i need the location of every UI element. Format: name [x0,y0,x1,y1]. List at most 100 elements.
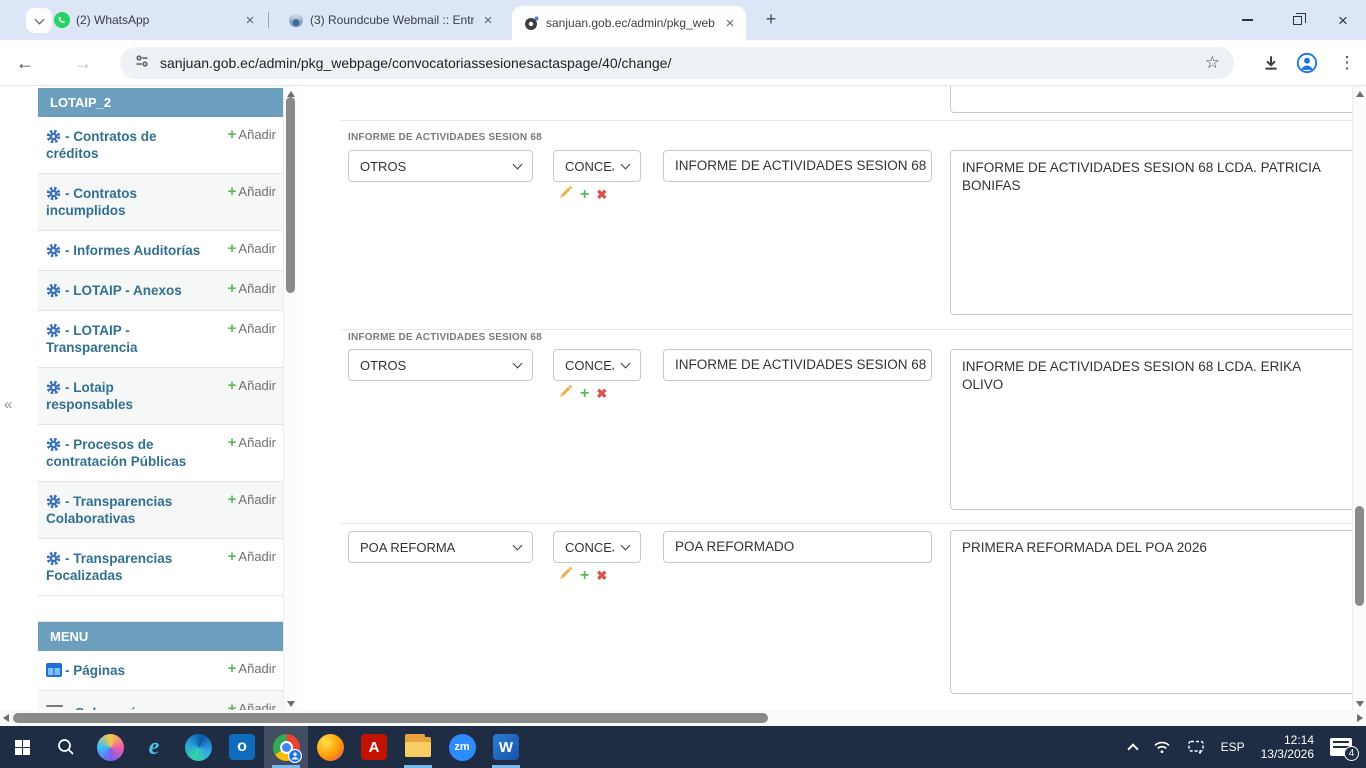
tab-close-icon[interactable]: × [722,15,738,32]
type-select[interactable]: OTROS [348,349,533,381]
type-select[interactable]: OTROS [348,150,533,182]
add-row-icon[interactable]: + [580,569,589,583]
sidebar-scrollbar[interactable] [283,86,297,712]
taskbar-search-button[interactable] [44,726,88,768]
edge-icon [185,734,212,761]
sidebar-item-transparencias-focalizadas[interactable]: - Transparencias Focalizadas +Añadir [38,539,284,596]
new-tab-button[interactable]: + [760,9,782,31]
add-link[interactable]: +Añadir [228,377,276,394]
sidebar-item-label[interactable]: - Transparencias Focalizadas [46,551,172,583]
chevron-down-icon [513,358,523,368]
description-textarea[interactable]: PRIMERA REFORMADA DEL POA 2026 [950,530,1354,694]
bookmark-star-icon[interactable]: ☆ [1205,53,1220,73]
tab-roundcube[interactable]: (3) Roundcube Webmail :: Entra × [276,0,504,40]
delete-row-icon[interactable]: ✖ [596,569,607,583]
sidebar-item-label[interactable]: - LOTAIP - Anexos [65,283,182,298]
start-button[interactable] [0,726,44,768]
title-input[interactable]: POA REFORMADO [663,531,932,563]
scroll-up-icon[interactable] [1356,91,1364,97]
connect-display-icon[interactable] [1187,739,1205,755]
add-link[interactable]: +Añadir [228,240,276,257]
tab-close-icon[interactable]: × [480,12,496,29]
add-link[interactable]: +Añadir [228,491,276,508]
sidebar-item-label[interactable]: - Procesos de contratación Públicas [46,437,186,469]
group-select[interactable]: CONCEJO [553,150,641,182]
type-select[interactable]: POA REFORMA [348,531,533,563]
add-link[interactable]: +Añadir [228,183,276,200]
edit-pencil-icon[interactable] [559,185,573,204]
language-indicator[interactable]: ESP [1221,740,1245,754]
forward-button[interactable]: → [70,51,96,77]
page-scrollbar-horizontal[interactable] [0,710,1366,726]
group-select[interactable]: CONCEJO [553,531,641,563]
taskbar-zoom-button[interactable]: zm [440,726,484,768]
sidebar-item-label[interactable]: - Informes Auditorías [65,243,200,258]
sidebar-item-transparencias-colaborativas[interactable]: - Transparencias Colaborativas +Añadir [38,482,284,539]
edit-pencil-icon[interactable] [559,566,573,585]
profile-avatar[interactable] [1294,50,1320,76]
description-textarea[interactable]: INFORME DE ACTIVIDADES SESION 68 LCDA. E… [950,349,1354,510]
downloads-button[interactable] [1258,50,1284,76]
title-input[interactable]: INFORME DE ACTIVIDADES SESION 68 [663,150,932,182]
back-button[interactable]: ← [12,51,38,77]
tray-expand-icon[interactable] [1127,743,1138,754]
clock[interactable]: 12:14 13/3/2026 [1261,733,1314,761]
wifi-icon[interactable] [1153,740,1171,755]
add-link[interactable]: +Añadir [228,548,276,565]
add-link[interactable]: +Añadir [228,660,276,677]
url-text[interactable]: sanjuan.gob.ec/admin/pkg_webpage/convoca… [160,55,1205,71]
add-link[interactable]: +Añadir [228,434,276,451]
add-link[interactable]: +Añadir [228,280,276,297]
description-textarea[interactable]: INFORME DE ACTIVIDADES SESION 68 LCDA. P… [950,150,1354,315]
add-row-icon[interactable]: + [580,387,589,401]
delete-row-icon[interactable]: ✖ [596,188,607,202]
address-bar[interactable]: sanjuan.gob.ec/admin/pkg_webpage/convoca… [120,47,1234,79]
notification-center-icon[interactable]: 4 [1330,738,1352,756]
page-scrollbar-horizontal-thumb[interactable] [13,713,768,723]
sidebar-item-label[interactable]: - Contratos de créditos [46,129,157,161]
sidebar-item-contratos-creditos[interactable]: - Contratos de créditos +Añadir [38,117,284,174]
menu-kebab-icon[interactable]: ⋮ [1334,50,1360,76]
taskbar-explorer-button[interactable] [396,726,440,768]
taskbar-firefox-button[interactable] [308,726,352,768]
scroll-down-icon[interactable] [1356,701,1364,707]
scroll-down-icon[interactable] [287,701,295,707]
tab-close-icon[interactable]: × [242,12,258,29]
scroll-right-icon[interactable] [1357,714,1363,722]
scroll-left-icon[interactable] [3,714,9,722]
description-textarea-partial[interactable] [950,86,1354,113]
sidebar-item-paginas[interactable]: - Páginas +Añadir [38,651,284,691]
restore-button[interactable] [1274,0,1320,40]
taskbar-chrome-button[interactable] [264,726,308,768]
sidebar-item-label[interactable]: - Páginas [65,663,125,678]
add-row-icon[interactable]: + [580,188,589,202]
page-scrollbar-vertical[interactable] [1352,86,1366,712]
add-link[interactable]: +Añadir [228,126,276,143]
sidebar-scrollbar-thumb[interactable] [286,97,295,293]
taskbar-acrobat-button[interactable]: A [352,726,396,768]
add-link[interactable]: +Añadir [228,320,276,337]
close-button[interactable]: × [1320,0,1366,40]
taskbar-word-button[interactable]: W [484,726,528,768]
tab-sanjuan-active[interactable]: sanjuan.gob.ec/admin/pkg_web × [512,6,746,40]
edit-pencil-icon[interactable] [559,384,573,403]
tab-whatsapp[interactable]: (2) WhatsApp × [42,0,266,40]
page-scrollbar-thumb[interactable] [1355,506,1364,606]
sidebar-item-lotaip-transparencia[interactable]: - LOTAIP - Transparencia +Añadir [38,311,284,368]
taskbar-edge-button[interactable] [176,726,220,768]
sidebar-item-procesos-contratacion[interactable]: - Procesos de contratación Públicas +Aña… [38,425,284,482]
group-select[interactable]: CONCEJO [553,349,641,381]
sidebar-item-contratos-incumplidos[interactable]: - Contratos incumplidos +Añadir [38,174,284,231]
taskbar-ie-button[interactable]: e [132,726,176,768]
site-settings-icon[interactable] [134,53,150,74]
minimize-button[interactable] [1224,0,1270,40]
title-input[interactable]: INFORME DE ACTIVIDADES SESION 68 [663,349,932,381]
sidebar-item-lotaip-responsables[interactable]: - Lotaip responsables +Añadir [38,368,284,425]
sidebar-item-informes-auditorias[interactable]: - Informes Auditorías +Añadir [38,231,284,271]
taskbar-copilot-button[interactable] [88,726,132,768]
sidebar-collapse-control[interactable]: « [4,396,12,413]
sidebar-item-lotaip-anexos[interactable]: - LOTAIP - Anexos +Añadir [38,271,284,311]
delete-row-icon[interactable]: ✖ [596,387,607,401]
taskbar-outlook-button[interactable]: o [220,726,264,768]
sidebar-item-label[interactable]: - Transparencias Colaborativas [46,494,172,526]
